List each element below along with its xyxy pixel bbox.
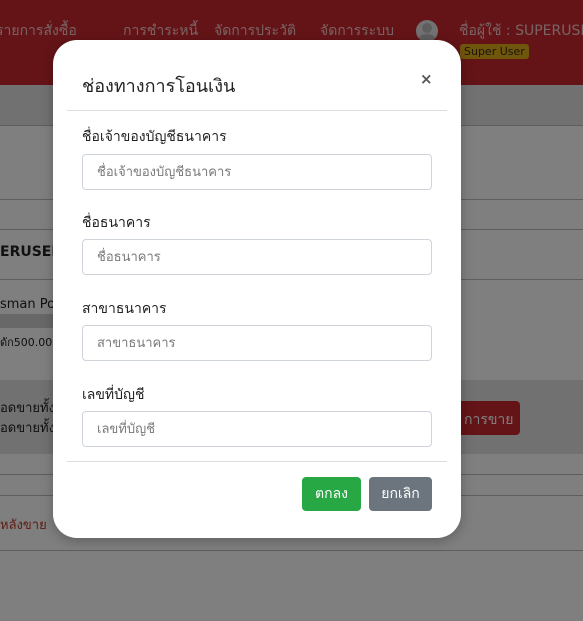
cancel-button[interactable]: ยกเลิก [369, 477, 432, 511]
account-number-input[interactable] [82, 411, 432, 447]
bank-name-label: ชื่อธนาคาร [82, 215, 151, 231]
account-number-label: เลขที่บัญชี [82, 387, 145, 403]
footer-divider [67, 461, 447, 462]
modal-title: ช่องทางการโอนเงิน [82, 76, 236, 97]
header-divider [67, 110, 447, 111]
ok-button[interactable]: ตกลง [302, 477, 361, 511]
bank-branch-input[interactable] [82, 325, 432, 361]
account-owner-label: ชื่อเจ้าของบัญชีธนาคาร [82, 129, 227, 145]
bank-name-input[interactable] [82, 239, 432, 275]
account-owner-input[interactable] [82, 154, 432, 190]
bank-branch-label: สาขาธนาคาร [82, 301, 167, 317]
close-icon[interactable]: × [420, 70, 433, 88]
transfer-channel-modal: ช่องทางการโอนเงิน × ชื่อเจ้าของบัญชีธนาค… [53, 40, 461, 538]
